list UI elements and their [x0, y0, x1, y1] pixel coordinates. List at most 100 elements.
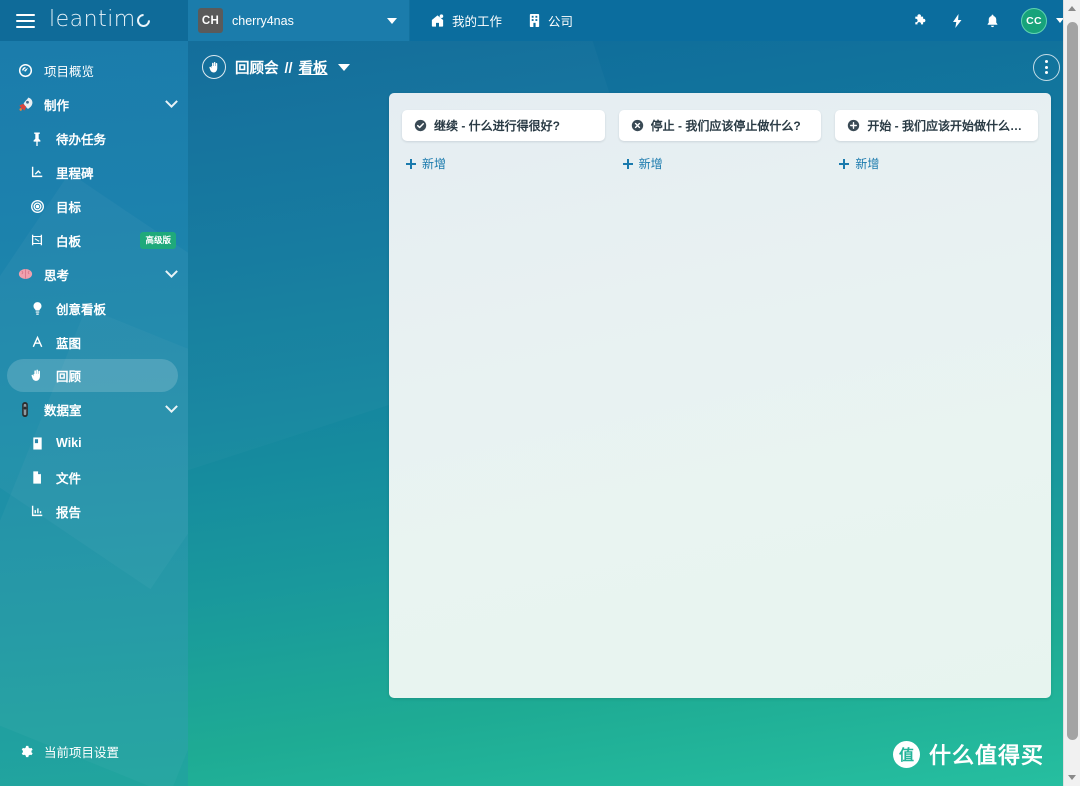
report-icon — [27, 504, 47, 518]
top-bar-actions: CC — [913, 0, 1080, 41]
chevron-down-icon[interactable] — [165, 400, 178, 413]
page-title-main: 回顾会 — [235, 57, 279, 78]
vault-icon — [15, 401, 35, 418]
sidebar-group-think-label: 思考 — [44, 265, 69, 284]
scrollbar-thumb[interactable] — [1067, 22, 1078, 740]
nav-item-company-label: 公司 — [548, 11, 573, 30]
sidebar-group-vault[interactable]: 数据室 — [0, 392, 188, 426]
watermark-logo: 值 — [893, 741, 920, 768]
chevron-down-icon[interactable] — [387, 18, 397, 24]
my-work-icon — [430, 13, 445, 28]
hamburger-icon[interactable] — [16, 14, 35, 28]
puzzle-icon[interactable] — [913, 13, 929, 29]
sidebar-item-goals-label: 目标 — [56, 197, 81, 216]
sidebar-item-reports-label: 报告 — [56, 502, 81, 521]
milestone-icon — [27, 165, 47, 179]
user-avatar[interactable]: CC — [1021, 8, 1047, 34]
bell-icon[interactable] — [985, 13, 1000, 29]
sidebar-group-think[interactable]: 思考 — [0, 257, 188, 291]
sidebar-item-milestones[interactable]: 里程碑 — [0, 155, 188, 189]
sidebar-item-todos[interactable]: 待办任务 — [0, 121, 188, 155]
leantime-app: leantim CH cherry4nas 我的工作 — [0, 0, 1080, 786]
kebab-menu-icon[interactable] — [1033, 54, 1060, 81]
nav-item-my-work[interactable]: 我的工作 — [430, 11, 502, 30]
sidebar-group-make[interactable]: 制作 — [0, 87, 188, 121]
company-icon — [528, 13, 541, 28]
board-column-continue: 继续 - 什么进行得很好? 新增 — [402, 110, 605, 681]
sidebar-item-files-label: 文件 — [56, 468, 81, 487]
board-column-stop: 停止 - 我们应该停止做什么? 新增 — [619, 110, 822, 681]
sidebar-item-project-settings[interactable]: 当前项目设置 — [0, 734, 188, 768]
app-logo-text: leantim — [49, 7, 136, 32]
plus-icon — [406, 159, 416, 169]
add-card-button[interactable]: 新增 — [402, 155, 605, 172]
nav-item-company[interactable]: 公司 — [528, 11, 573, 30]
dashboard-icon — [15, 63, 35, 78]
page-header: 回顾会 // 看板 — [188, 41, 1080, 93]
check-circle-icon — [414, 119, 427, 132]
pin-icon — [27, 131, 47, 146]
page-title-sub[interactable]: 看板 — [299, 57, 328, 78]
add-card-button[interactable]: 新增 — [835, 155, 1038, 172]
top-nav: 我的工作 公司 — [410, 0, 913, 41]
project-selector[interactable]: CH cherry4nas — [188, 0, 410, 41]
column-header[interactable]: 停止 - 我们应该停止做什么? — [619, 110, 822, 141]
add-card-label: 新增 — [855, 155, 879, 172]
column-title: 开始 - 我们应该开始做什么来改进? — [867, 117, 1026, 134]
add-card-button[interactable]: 新增 — [619, 155, 822, 172]
add-card-label: 新增 — [639, 155, 663, 172]
sidebar-item-blueprint[interactable]: 蓝图 — [0, 325, 188, 359]
sidebar-item-whiteboard[interactable]: 白板 高级版 — [0, 223, 188, 257]
page-scrollbar[interactable] — [1063, 0, 1080, 786]
column-header[interactable]: 继续 - 什么进行得很好? — [402, 110, 605, 141]
nav-item-my-work-label: 我的工作 — [452, 11, 502, 30]
project-name: cherry4nas — [232, 14, 378, 28]
sidebar-item-whiteboard-label: 白板 — [56, 231, 81, 250]
retro-board: 继续 - 什么进行得很好? 新增 — [389, 93, 1051, 698]
chevron-down-icon[interactable] — [165, 265, 178, 278]
sidebar-item-files[interactable]: 文件 — [0, 460, 188, 494]
hand-icon — [202, 55, 226, 79]
bolt-icon[interactable] — [950, 13, 964, 29]
premium-badge: 高级版 — [140, 232, 176, 249]
top-bar: leantim CH cherry4nas 我的工作 — [0, 0, 1080, 41]
whiteboard-icon — [27, 233, 47, 247]
brain-icon — [15, 266, 35, 282]
sidebar-item-retrospective[interactable]: 回顾 — [7, 359, 178, 392]
lightbulb-icon — [27, 301, 47, 316]
scroll-up-arrow-icon[interactable] — [1064, 0, 1080, 17]
sidebar-item-ideas[interactable]: 创意看板 — [0, 291, 188, 325]
scroll-down-arrow-icon[interactable] — [1064, 769, 1080, 786]
sidebar: 项目概览 制作 — [0, 41, 188, 786]
gear-icon — [15, 744, 35, 759]
sidebar-item-reports[interactable]: 报告 — [0, 494, 188, 528]
sidebar-item-ideas-label: 创意看板 — [56, 299, 106, 318]
plus-circle-icon — [847, 119, 860, 132]
logo-o-icon — [134, 11, 152, 29]
column-header[interactable]: 开始 - 我们应该开始做什么来改进? — [835, 110, 1038, 141]
plus-icon — [623, 159, 633, 169]
sidebar-group-vault-label: 数据室 — [44, 400, 82, 419]
project-avatar: CH — [198, 8, 223, 33]
sidebar-item-goals[interactable]: 目标 — [0, 189, 188, 223]
sidebar-item-overview[interactable]: 项目概览 — [0, 53, 188, 87]
sidebar-group-make-label: 制作 — [44, 95, 69, 114]
board-view-chevron-down-icon[interactable] — [338, 64, 350, 71]
blueprint-icon — [27, 335, 47, 349]
sidebar-item-overview-label: 项目概览 — [44, 61, 94, 80]
brand-block: leantim — [0, 0, 188, 41]
sidebar-item-blueprint-label: 蓝图 — [56, 333, 81, 352]
rocket-icon — [15, 96, 35, 113]
page-title-separator: // — [285, 61, 293, 77]
file-icon — [27, 470, 47, 485]
watermark-text: 什么值得买 — [929, 738, 1044, 770]
chevron-down-icon[interactable] — [165, 95, 178, 108]
page-title: 回顾会 // 看板 — [235, 57, 328, 78]
column-title: 继续 - 什么进行得很好? — [434, 117, 560, 134]
column-title: 停止 - 我们应该停止做什么? — [651, 117, 801, 134]
sidebar-item-wiki[interactable]: Wiki — [0, 426, 188, 460]
book-icon — [27, 436, 47, 451]
sidebar-item-todos-label: 待办任务 — [56, 129, 106, 148]
app-logo[interactable]: leantim — [49, 7, 150, 32]
main-content: 回顾会 // 看板 — [188, 41, 1080, 786]
